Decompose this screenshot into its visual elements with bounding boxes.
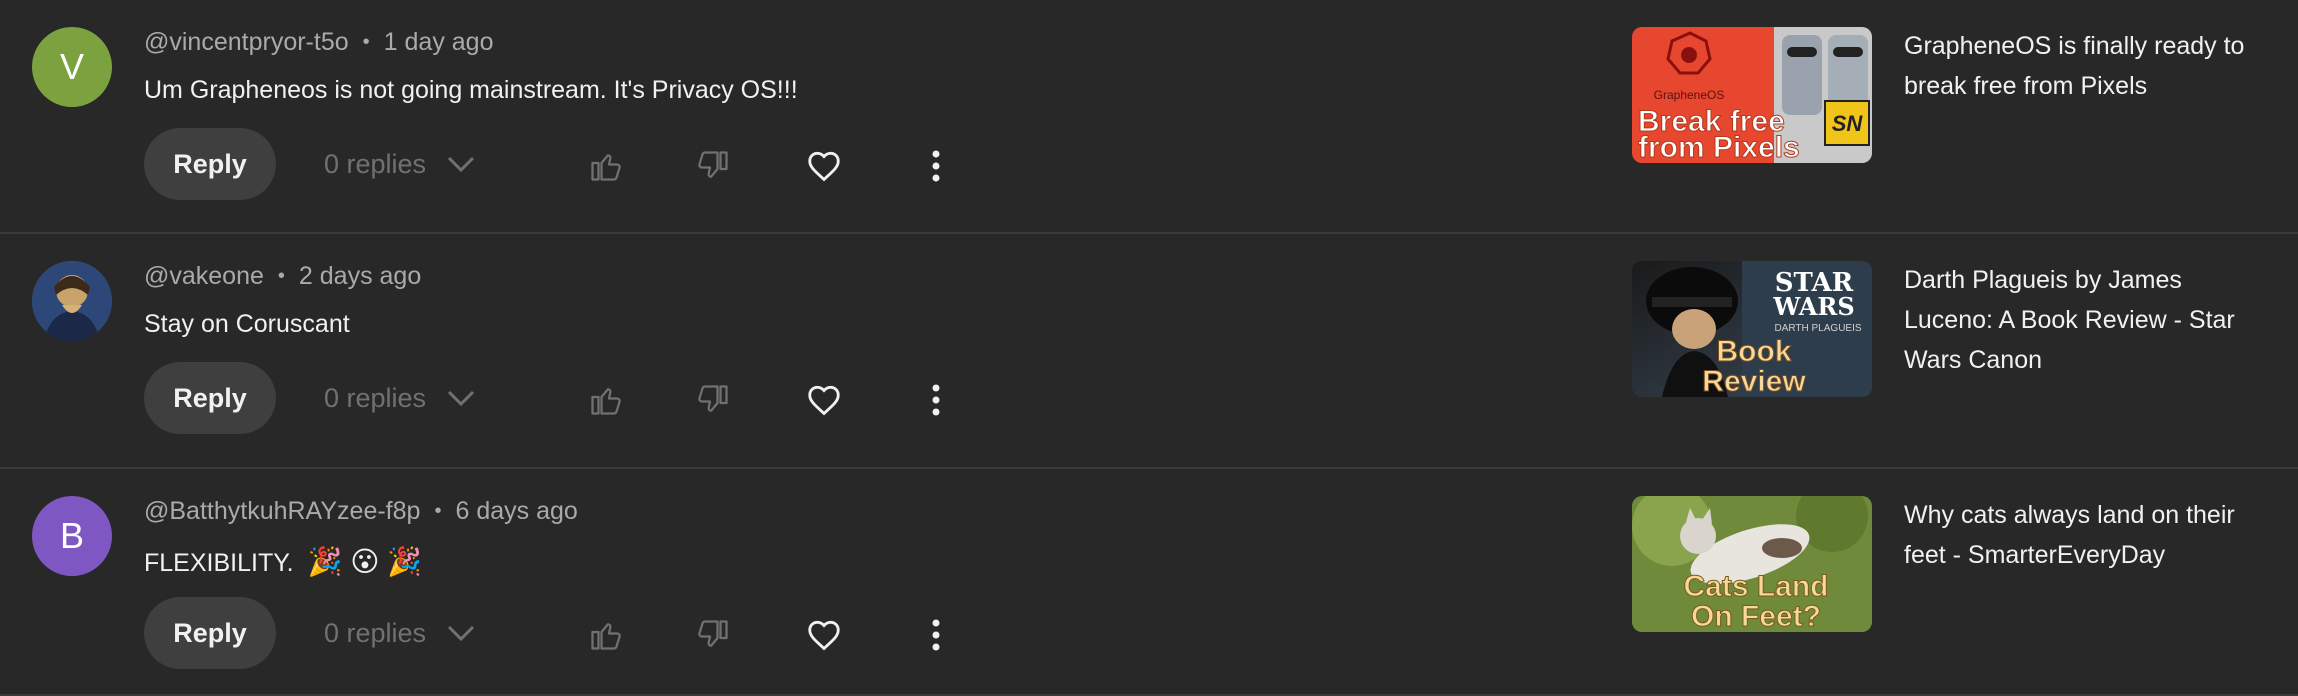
timestamp[interactable]: 2 days ago: [299, 262, 421, 291]
thumb-headline-2: from Pixels: [1638, 131, 1800, 163]
comment-text: FLEXIBILITY. 🎉 😮 🎉: [144, 545, 422, 578]
replies-count: 0 replies: [324, 382, 427, 413]
avatar[interactable]: B: [32, 496, 112, 576]
comment-row: @vakeone • 2 days ago Stay on Coruscant …: [0, 234, 2298, 469]
author-name[interactable]: @vincentpryor-t5o: [144, 28, 349, 57]
comment-text: Um Grapheneos is not going mainstream. I…: [144, 76, 798, 104]
video-title[interactable]: GrapheneOS is finally ready to break fre…: [1904, 26, 2254, 106]
comment-actions: Reply 0 replies: [144, 597, 476, 669]
replies-toggle[interactable]: 0 replies: [324, 149, 476, 180]
comment-emoji: 🎉 😮 🎉: [307, 546, 423, 577]
like-icon[interactable]: [586, 615, 626, 655]
dislike-icon[interactable]: [693, 146, 733, 186]
replies-toggle[interactable]: 0 replies: [324, 618, 476, 649]
thumb-headline-2: On Feet?: [1691, 600, 1821, 632]
thumb-subtitle-text: DARTH PLAGUEIS: [1774, 323, 1861, 334]
comment-row: B @BatthytkuhRAYzee-f8p • 6 days ago FLE…: [0, 469, 2298, 696]
comment-text: Stay on Coruscant: [144, 310, 350, 338]
video-title[interactable]: Why cats always land on their feet - Sma…: [1904, 495, 2254, 575]
comment-actions: Reply 0 replies: [144, 128, 476, 200]
separator-dot: •: [277, 265, 285, 287]
thumb-headline-1: Cats Land: [1683, 570, 1828, 603]
avatar[interactable]: V: [32, 27, 112, 107]
reply-button[interactable]: Reply: [144, 597, 276, 669]
dislike-icon[interactable]: [693, 380, 733, 420]
reply-button[interactable]: Reply: [144, 128, 276, 200]
replies-toggle[interactable]: 0 replies: [324, 383, 476, 414]
separator-dot: •: [362, 31, 370, 53]
author-name[interactable]: @vakeone: [144, 262, 264, 291]
like-icon[interactable]: [586, 146, 626, 186]
video-thumbnail[interactable]: Cats Land On Feet?: [1632, 496, 1872, 632]
replies-count: 0 replies: [324, 148, 427, 179]
heart-icon[interactable]: [804, 146, 844, 186]
thumb-book-text: Book: [1717, 335, 1792, 368]
comment-meta: @vakeone • 2 days ago: [144, 262, 421, 291]
heart-icon[interactable]: [804, 615, 844, 655]
chevron-down-icon: [448, 625, 475, 642]
chevron-down-icon: [448, 156, 475, 173]
timestamp[interactable]: 6 days ago: [455, 497, 577, 526]
chevron-down-icon: [448, 390, 475, 407]
reply-button[interactable]: Reply: [144, 362, 276, 434]
comment-list: V @vincentpryor-t5o • 1 day ago Um Graph…: [0, 0, 2298, 696]
thumb-wars-text: WARS: [1772, 292, 1854, 321]
video-title[interactable]: Darth Plagueis by James Luceno: A Book R…: [1904, 260, 2254, 380]
comment-actions: Reply 0 replies: [144, 362, 476, 434]
author-name[interactable]: @BatthytkuhRAYzee-f8p: [144, 497, 420, 526]
timestamp[interactable]: 1 day ago: [384, 28, 494, 57]
thumb-brand-text: GrapheneOS: [1654, 88, 1725, 102]
avatar-photo: [32, 261, 112, 341]
thumb-logo-text: SN: [1832, 111, 1864, 136]
comment-text-body: FLEXIBILITY.: [144, 549, 294, 577]
like-icon[interactable]: [586, 380, 626, 420]
comment-meta: @vincentpryor-t5o • 1 day ago: [144, 28, 493, 57]
video-thumbnail[interactable]: STAR WARS DARTH PLAGUEIS Book Review: [1632, 261, 1872, 397]
more-vert-icon[interactable]: [916, 146, 956, 186]
thumb-review-text: Review: [1702, 365, 1806, 397]
separator-dot: •: [434, 500, 442, 522]
more-vert-icon[interactable]: [916, 615, 956, 655]
comment-row: V @vincentpryor-t5o • 1 day ago Um Graph…: [0, 0, 2298, 234]
heart-icon[interactable]: [804, 380, 844, 420]
dislike-icon[interactable]: [693, 615, 733, 655]
avatar[interactable]: [32, 261, 112, 341]
video-thumbnail[interactable]: SN GrapheneOS Break free from Pixels: [1632, 27, 1872, 163]
comment-meta: @BatthytkuhRAYzee-f8p • 6 days ago: [144, 497, 578, 526]
more-vert-icon[interactable]: [916, 380, 956, 420]
replies-count: 0 replies: [324, 617, 427, 648]
